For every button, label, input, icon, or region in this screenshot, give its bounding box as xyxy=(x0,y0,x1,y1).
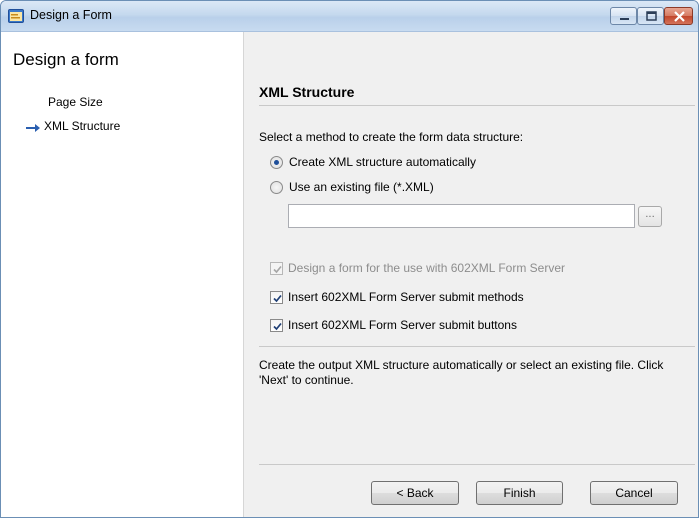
wizard-sidebar xyxy=(1,32,244,517)
form-app-icon xyxy=(8,8,24,24)
sidebar-title: Design a form xyxy=(13,50,119,69)
checkbox-form-server[interactable] xyxy=(270,262,283,275)
maximize-button[interactable] xyxy=(637,7,664,25)
checkbox-submit-methods[interactable] xyxy=(270,291,283,304)
checkmark-icon xyxy=(273,265,282,274)
back-button[interactable]: < Back xyxy=(371,481,459,505)
radio-use-existing-file[interactable] xyxy=(270,181,283,194)
sidebar-item-xml-structure[interactable]: XML Structure xyxy=(44,119,120,133)
checkbox-submit-buttons[interactable] xyxy=(270,319,283,332)
close-button[interactable] xyxy=(664,7,693,25)
close-icon xyxy=(674,11,685,22)
checkmark-icon xyxy=(273,294,282,303)
browse-button[interactable]: ... xyxy=(638,206,662,227)
title-divider xyxy=(259,105,695,106)
file-path-input[interactable] xyxy=(288,204,635,228)
checkbox-submit-buttons-label[interactable]: Insert 602XML Form Server submit buttons xyxy=(288,318,517,332)
checkbox-form-server-label[interactable]: Design a form for the use with 602XML Fo… xyxy=(288,261,565,275)
button-divider xyxy=(259,464,695,465)
radio-create-automatically[interactable] xyxy=(270,156,283,169)
checkmark-icon xyxy=(273,322,282,331)
radio-use-existing-file-label[interactable]: Use an existing file (*.XML) xyxy=(289,180,434,194)
minimize-button[interactable] xyxy=(610,7,637,25)
window-title: Design a Form xyxy=(30,8,112,22)
sidebar-item-page-size[interactable]: Page Size xyxy=(48,95,103,109)
finish-button[interactable]: Finish xyxy=(476,481,563,505)
design-form-window: Design a Form Design a form Page Size XM… xyxy=(0,0,699,518)
radio-create-automatically-label[interactable]: Create XML structure automatically xyxy=(289,155,476,169)
maximize-icon xyxy=(646,11,657,21)
cancel-button[interactable]: Cancel xyxy=(590,481,678,505)
method-prompt: Select a method to create the form data … xyxy=(259,130,524,144)
current-step-arrow-icon xyxy=(25,122,41,136)
radio-selected-dot xyxy=(274,160,279,165)
step-description: Create the output XML structure automati… xyxy=(259,358,664,387)
page-title: XML Structure xyxy=(259,84,355,100)
description-divider xyxy=(259,346,695,347)
checkbox-submit-methods-label[interactable]: Insert 602XML Form Server submit methods xyxy=(288,290,524,304)
title-bar[interactable]: Design a Form xyxy=(1,1,698,32)
minimize-icon xyxy=(620,18,629,20)
